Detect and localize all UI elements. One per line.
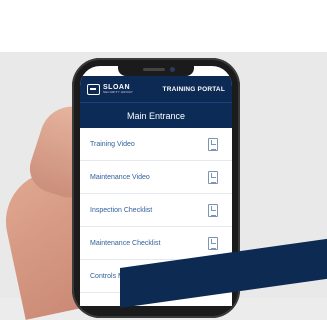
list-item-inspection-checklist[interactable]: Inspection Checklist	[80, 194, 232, 227]
list-item-label: Inspection Checklist	[90, 206, 153, 214]
pdf-file-icon	[208, 236, 218, 250]
section-title: Main Entrance	[80, 102, 232, 129]
video-file-icon	[208, 137, 218, 151]
background-top	[0, 0, 327, 52]
list-item-training-video[interactable]: Training Video	[80, 128, 232, 161]
list-item-label: Maintenance Video	[90, 173, 150, 181]
app-header: SLOAN SECURITY GROUP TRAINING PORTAL	[80, 76, 232, 102]
video-file-icon	[208, 170, 218, 184]
logo-mark-icon	[87, 83, 100, 95]
brand-logo[interactable]: SLOAN SECURITY GROUP	[87, 83, 133, 95]
list-item-label: Training Video	[90, 140, 135, 148]
list-item-maintenance-video[interactable]: Maintenance Video	[80, 161, 232, 194]
logo-subtext: SECURITY GROUP	[103, 90, 133, 94]
portal-title: TRAINING PORTAL	[162, 85, 225, 93]
pdf-file-icon	[208, 203, 218, 217]
list-item-label: Maintenance Checklist	[90, 239, 161, 247]
camera-icon	[170, 67, 175, 72]
speaker-icon	[143, 68, 165, 71]
